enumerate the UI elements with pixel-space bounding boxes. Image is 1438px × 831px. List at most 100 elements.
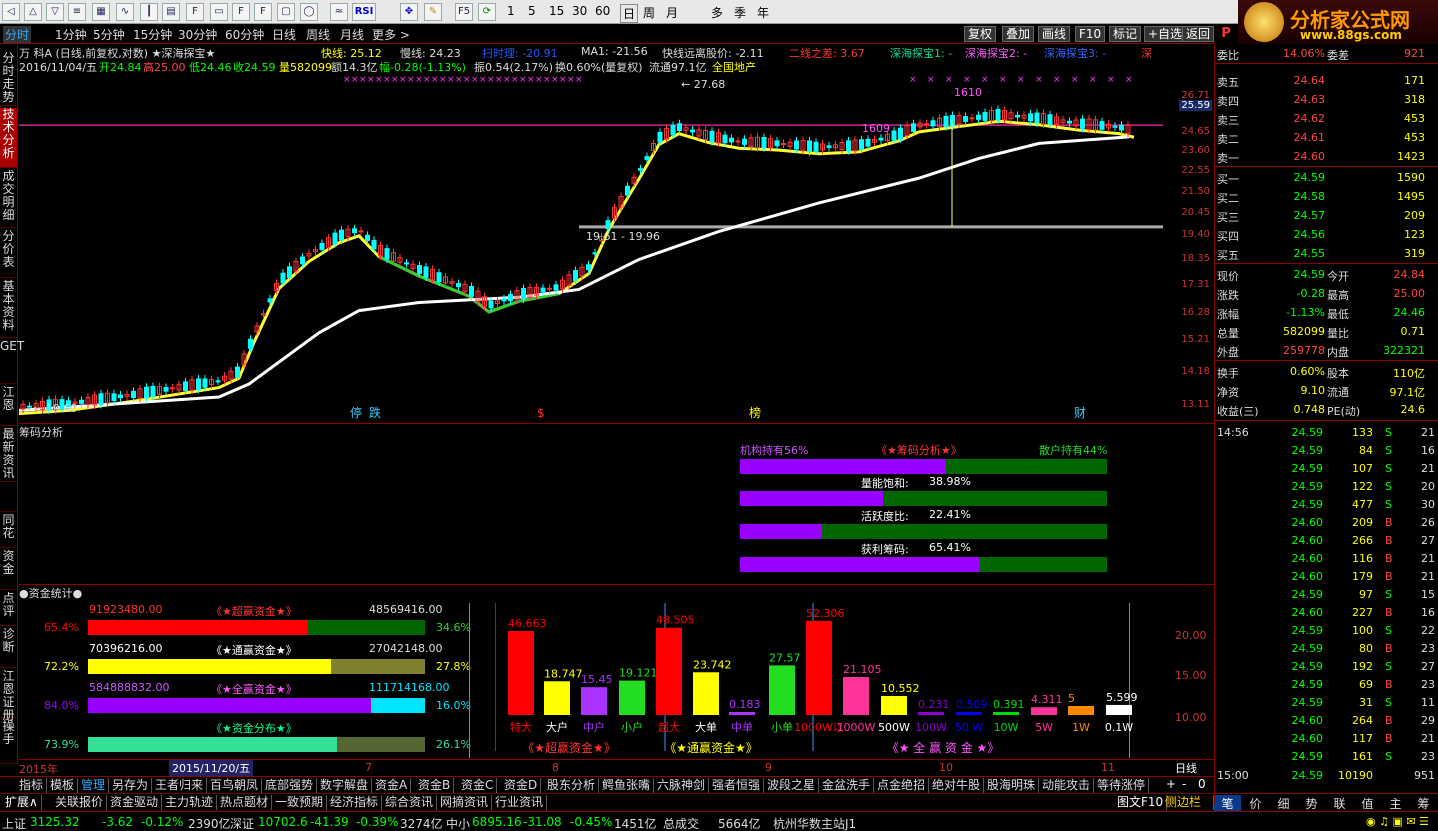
info-tab-5[interactable]: 一致预期 (272, 795, 328, 810)
toolbar-button-6[interactable]: 返回 (1182, 26, 1214, 42)
info-tab-6[interactable]: 经济指标 (327, 795, 383, 810)
left-tab-12[interactable]: 诊断 (0, 628, 17, 668)
period-tab-1[interactable]: 1分钟 (55, 26, 87, 43)
period-multi[interactable]: 多 (711, 4, 723, 21)
info-tab-8[interactable]: 网摘资讯 (437, 795, 493, 810)
indicator-tab-8[interactable]: 资金A (372, 778, 412, 793)
indicator-tab-10[interactable]: 资金C (458, 778, 498, 793)
left-tab-13[interactable]: 江恩证册 (0, 670, 17, 722)
table-icon[interactable]: ▤ (162, 3, 180, 21)
indicator-tab-15[interactable]: 强者恒强 (709, 778, 765, 793)
indicator-tab-22[interactable]: 等待涨停 (1094, 778, 1150, 793)
toolbar-button-1[interactable]: 叠加 (1002, 26, 1035, 42)
left-tab-7[interactable]: 最新资讯 (0, 428, 17, 482)
rsi-icon[interactable]: RSI (352, 3, 376, 21)
tray-icons[interactable]: ◉ ♫ ▣ ✉ ☰ (1366, 815, 1429, 828)
indicator-tab-3[interactable]: 另存为 (109, 778, 153, 793)
period-tab-4[interactable]: 30分钟 (178, 26, 217, 43)
indicator-tab-11[interactable]: 资金D (501, 778, 542, 793)
toolbar-button-3[interactable]: F10 (1075, 26, 1106, 42)
indicator-tab-6[interactable]: 底部强势 (262, 778, 318, 793)
zoom-controls[interactable]: + - 0 (1160, 777, 1214, 792)
period-tab-7[interactable]: 周线 (306, 26, 330, 43)
toolbar-button-2[interactable]: 画线 (1038, 26, 1071, 42)
indicator-tab-13[interactable]: 鳄鱼张嘴 (599, 778, 655, 793)
kline-chart[interactable]: × × × × × × × × × × × × × × × × × × × × × × × × × × × × × × × × × × × × × × × ×… (19, 44, 1163, 422)
up-icon[interactable]: △ (24, 3, 42, 21)
info-tab-4[interactable]: 热点题材 (217, 795, 273, 810)
period-season[interactable]: 季 (734, 4, 746, 21)
period-tab-2[interactable]: 5分钟 (93, 26, 125, 43)
indicator-tab-19[interactable]: 绝对牛股 (929, 778, 985, 793)
indicator-tab-1[interactable]: 模板 (47, 778, 79, 793)
period-tab-9[interactable]: 更多 > (372, 26, 410, 43)
left-tab-3[interactable]: 分价表 (0, 230, 17, 278)
period-tab-8[interactable]: 月线 (340, 26, 364, 43)
period-month[interactable]: 月 (666, 4, 678, 21)
left-tab-4[interactable]: 基本资料 (0, 280, 17, 338)
info-tab-7[interactable]: 综合资讯 (382, 795, 438, 810)
indicator-tab-20[interactable]: 股海明珠 (984, 778, 1040, 793)
search-icon[interactable]: ◯ (300, 3, 318, 21)
grid-icon[interactable]: ▦ (92, 3, 110, 21)
indicator-tab-5[interactable]: 百鸟朝凤 (207, 778, 263, 793)
indicator-tab-16[interactable]: 波段之星 (764, 778, 820, 793)
period-5[interactable]: 5 (528, 4, 536, 18)
candle-icon[interactable]: ┃ (140, 3, 158, 21)
back-icon[interactable]: ◁ (2, 3, 20, 21)
toolbar-button-4[interactable]: 标记 (1109, 26, 1142, 42)
indicator-tab-7[interactable]: 数字解盘 (317, 778, 373, 793)
left-tab-11[interactable]: 点评 (0, 592, 17, 626)
pen-icon[interactable]: ✎ (424, 3, 442, 21)
move-icon[interactable]: ✥ (400, 3, 418, 21)
window-icon[interactable]: ▢ (277, 3, 295, 21)
sidebar-tab[interactable]: 侧边栏< (1162, 795, 1214, 824)
info-tab-9[interactable]: 行业资讯 (492, 795, 548, 810)
indicator-tab-4[interactable]: 王者归来 (152, 778, 208, 793)
left-tab-5[interactable]: GET (0, 340, 24, 384)
indicator-tab-21[interactable]: 动能攻击 (1039, 778, 1095, 793)
info-tab-3[interactable]: 主力轨迹 (162, 795, 218, 810)
period-tab-5[interactable]: 60分钟 (225, 26, 264, 43)
f10-tab[interactable]: 图文F10 (1114, 795, 1168, 810)
left-tab-6[interactable]: 江恩 (0, 386, 17, 426)
toolbar-button-0[interactable]: 复权 (964, 26, 997, 42)
period-tab-0[interactable]: 分时 (3, 26, 32, 43)
period-1[interactable]: 1 (507, 4, 515, 18)
period-tab-3[interactable]: 15分钟 (133, 26, 172, 43)
fin-icon[interactable]: F (186, 3, 204, 21)
period-15[interactable]: 15 (549, 4, 564, 18)
period-day[interactable]: 日 (620, 4, 639, 23)
left-tab-14[interactable]: 操手 (0, 720, 17, 764)
indicator-tab-17[interactable]: 金盆洗手 (819, 778, 875, 793)
indicator-tab-2[interactable]: 管理 (78, 778, 110, 793)
left-tab-10[interactable]: 资金 (0, 550, 17, 590)
left-tab-9[interactable]: 同花 (0, 514, 17, 548)
f5-button[interactable]: F5 (455, 3, 473, 21)
line-chart-icon[interactable]: ∿ (116, 3, 134, 21)
info-tab-2[interactable]: 资金驱动 (107, 795, 163, 810)
left-tab-0[interactable]: 分时走势 (0, 52, 17, 106)
doc-icon[interactable]: ▭ (210, 3, 228, 21)
zoom-out-icon[interactable]: - (1182, 777, 1186, 791)
left-tab-8[interactable] (0, 484, 17, 512)
info-tab-1[interactable]: 关联报价 (52, 795, 108, 810)
zoom-reset-icon[interactable]: 0 (1198, 777, 1206, 791)
list-icon[interactable]: ≡ (68, 3, 86, 21)
zoom-in-icon[interactable]: + (1166, 777, 1176, 791)
period-week[interactable]: 周 (643, 4, 655, 21)
indicator-tab-9[interactable]: 资金B (415, 778, 455, 793)
fz-icon[interactable]: F (254, 3, 272, 21)
down-icon[interactable]: ▽ (46, 3, 64, 21)
indicator-tab-18[interactable]: 点金绝招 (874, 778, 930, 793)
indicator-tab-0[interactable]: 指标 (16, 778, 48, 793)
period-60[interactable]: 60 (595, 4, 610, 18)
wave-icon[interactable]: ≈ (330, 3, 348, 21)
period-year[interactable]: 年 (757, 4, 769, 21)
indicator-tab-12[interactable]: 股东分析 (544, 778, 600, 793)
info-tab-0[interactable]: 扩展∧ (2, 795, 42, 810)
period-30[interactable]: 30 (572, 4, 587, 18)
left-tab-2[interactable]: 成交明细 (0, 170, 17, 228)
toolbar-button-5[interactable]: +自选 (1144, 26, 1187, 42)
indicator-tab-14[interactable]: 六脉神剑 (654, 778, 710, 793)
